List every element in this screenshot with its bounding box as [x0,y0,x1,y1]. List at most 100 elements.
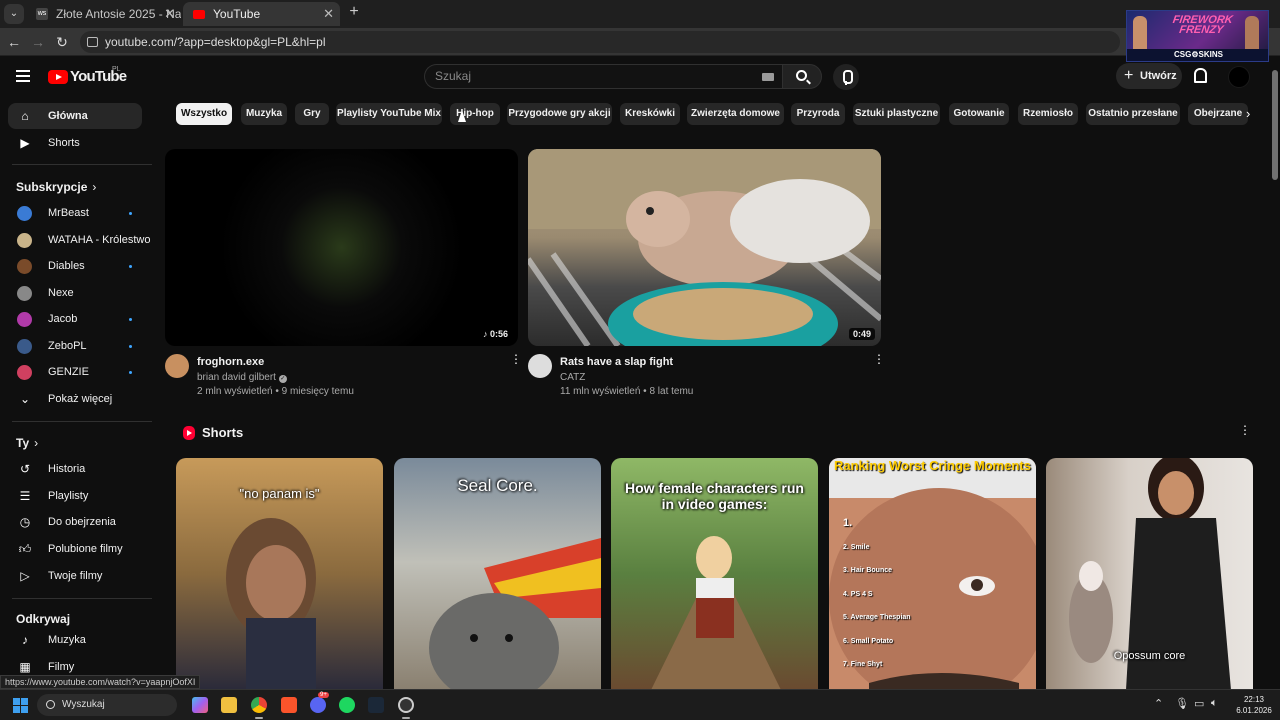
channel-avatar[interactable] [528,354,552,378]
channel-name[interactable]: brian david gilbert ✓ [197,372,287,383]
taskbar-search[interactable]: Wyszukaj [37,694,177,716]
sidebar-item-label: Jacob [48,313,78,325]
search-input[interactable]: Szukaj [424,64,782,89]
microphone-icon[interactable]: 🎙︎ [1175,697,1189,710]
volume-icon[interactable]: 🔈︎ [1211,697,1218,710]
sidebar-item-music[interactable]: ♪ Muzyka [8,627,142,653]
tab-search-button[interactable]: ⌄ [4,4,24,24]
copilot-icon[interactable] [192,697,208,713]
voice-search-icon[interactable] [833,64,859,90]
spotify-icon[interactable] [339,697,355,713]
subscriptions-heading[interactable]: Subskrypcje › [16,180,96,194]
ranking-item: 3. Hair Bounce [843,567,893,574]
new-content-dot [129,371,132,374]
close-tab-icon[interactable]: ✕ [164,2,175,26]
chip-nature[interactable]: Przyroda [791,103,845,125]
search-button[interactable] [782,64,822,89]
sidebar-item-jacob[interactable]: Jacob [8,306,142,332]
more-options-icon[interactable]: ⋮ [510,353,522,371]
url-field[interactable]: youtube.com/?app=desktop&gl=PL&hl=pl [80,31,1120,53]
browser-tab-antosie[interactable]: ws Złote Antosie 2025 - Największ ✕ [26,2,181,26]
video-thumbnail[interactable]: 0:49 [528,149,881,346]
network-icon[interactable]: ▭ [1194,697,1204,710]
chip-cartoons[interactable]: Kreskówki [620,103,680,125]
steam-icon[interactable] [368,697,384,713]
site-info-icon[interactable] [87,37,98,47]
chip-cooking[interactable]: Gotowanie [949,103,1009,125]
new-content-dot [129,265,132,268]
more-options-icon[interactable]: ⋮ [873,353,885,371]
channel-avatar [17,339,32,354]
sidebar-item-label: Do obejrzenia [48,516,116,528]
menu-icon[interactable] [16,70,30,82]
chrome-icon[interactable] [251,697,267,713]
sidebar-item-nexe[interactable]: Nexe [8,280,142,306]
sidebar-item-label: Polubione filmy [48,543,123,555]
sidebar-item-home[interactable]: ⌂ Główna [8,103,142,129]
sidebar-item-mrbeast[interactable]: MrBeast [8,200,142,226]
taskbar-clock[interactable]: 22:13 6.01.2026 [1232,694,1276,716]
youtube-favicon-icon [193,10,205,19]
channel-avatar [17,206,32,221]
chip-action-adventure[interactable]: Przygodowe gry akcji [507,103,612,125]
sidebar-item-your-videos[interactable]: ▷ Twoje filmy [8,563,142,589]
sidebar-item-watch-later[interactable]: ◷ Do obejrzenia [8,509,142,535]
video-thumbnail[interactable]: ♪ 0:56 [165,149,518,346]
video-stats: 11 mln wyświetleń • 8 lat temu [560,386,694,397]
discord-icon[interactable]: 9+ [310,692,329,713]
close-tab-icon[interactable]: ✕ [323,2,334,26]
short-card[interactable]: "no panam is" [176,458,383,690]
channel-name[interactable]: CATZ [560,372,585,383]
movies-icon: ▦ [19,660,31,674]
more-options-icon[interactable]: ⋮ [1239,424,1251,442]
scrollbar-thumb[interactable] [1272,70,1278,180]
browser-tab-youtube[interactable]: YouTube ✕ [183,2,340,26]
create-button[interactable]: + Utwórz [1116,63,1182,89]
forward-icon[interactable]: → [28,32,48,52]
sidebar-item-label: Playlisty [48,490,89,502]
chip-recently-uploaded[interactable]: Ostatnio przesłane [1086,103,1180,125]
account-avatar[interactable] [1228,66,1250,88]
short-card[interactable]: Seal Core. [394,458,601,690]
channel-avatar [17,365,32,380]
sidebar-item-history[interactable]: ↺ Historia [8,456,142,482]
sidebar-item-playlists[interactable]: ☰ Playlisty [8,483,142,509]
chip-all[interactable]: Wszystko [176,103,232,125]
back-icon[interactable]: ← [4,32,24,52]
sidebar-item-zebopl[interactable]: ZeboPL [8,333,142,359]
obs-icon[interactable] [398,697,414,713]
chip-mix-playlists[interactable]: Playlisty YouTube Mix [336,103,442,125]
keyboard-icon[interactable] [762,73,774,81]
channel-avatar[interactable] [165,354,189,378]
sidebar-item-diables[interactable]: Diables [8,253,142,279]
show-more-button[interactable]: ⌄ Pokaż więcej [8,386,142,412]
sidebar-item-wataha[interactable]: WATAHA - Królestwo [8,227,150,253]
chip-watched[interactable]: Obejrzane [1188,103,1248,125]
windows-start-icon[interactable] [13,698,29,714]
notifications-icon[interactable] [1193,68,1207,83]
file-explorer-icon[interactable] [221,697,237,713]
sidebar-item-genzie[interactable]: GENZIE [8,359,142,385]
chip-games[interactable]: Gry [295,103,329,125]
filter-chip-bar: Wszystko Muzyka Gry Playlisty YouTube Mi… [176,103,1266,125]
sidebar-item-liked[interactable]: 👍︎ Polubione filmy [8,536,142,562]
tray-chevron-icon[interactable]: ⌃ [1154,697,1163,710]
brave-icon[interactable] [281,697,297,713]
sidebar-item-label: Shorts [48,137,80,149]
chip-music[interactable]: Muzyka [241,103,287,125]
page-scrollbar[interactable] [1270,56,1280,689]
chip-crafts[interactable]: Rzemiosło [1018,103,1078,125]
ad-title: FIREWORK FRENZY [1171,14,1234,36]
reload-icon[interactable]: ↻ [52,32,72,52]
chip-visual-arts[interactable]: Sztuki plastyczne [853,103,940,125]
sidebar-item-shorts[interactable]: ▶ Shorts [8,130,142,156]
short-card[interactable]: Opossum core [1046,458,1253,690]
video-title[interactable]: Rats have a slap fight [560,356,673,368]
you-heading[interactable]: Ty › [16,436,38,450]
chip-pets[interactable]: Zwierzęta domowe [687,103,784,125]
new-tab-button[interactable]: + [344,3,364,21]
video-title[interactable]: froghorn.exe [197,356,264,368]
short-card[interactable]: How female characters run in video games… [611,458,818,690]
short-card[interactable]: Ranking Worst Cringe Moments 1. 2. Smile… [829,458,1036,690]
chevron-right-icon[interactable]: › [1246,106,1250,121]
